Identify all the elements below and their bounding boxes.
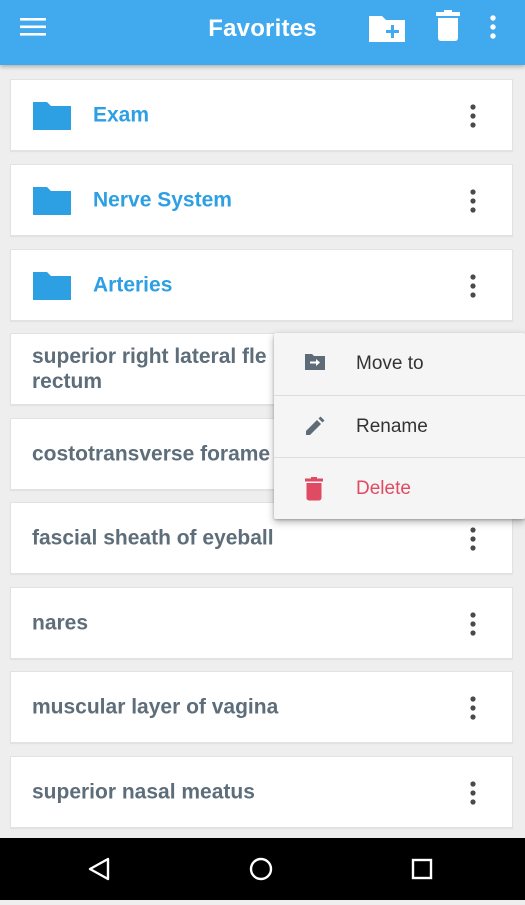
folder-icon xyxy=(32,185,72,222)
list-item[interactable]: muscular layer of vagina xyxy=(10,671,513,743)
list-item-label-line2: rectum xyxy=(32,370,103,393)
folder-label: Exam xyxy=(93,103,150,127)
more-vert-icon[interactable] xyxy=(461,189,485,213)
folder-move-icon xyxy=(304,352,326,377)
folder-label: Nerve System xyxy=(93,188,232,212)
more-vert-icon[interactable] xyxy=(461,612,485,636)
more-vert-icon[interactable] xyxy=(488,15,498,44)
menu-item-rename[interactable]: Rename xyxy=(274,396,525,458)
context-menu: Move to Rename Delete xyxy=(274,333,525,519)
list-item-label: superior nasal meatus xyxy=(32,780,255,804)
recents-square-icon[interactable] xyxy=(392,838,452,900)
more-vert-icon[interactable] xyxy=(461,274,485,298)
home-circle-icon[interactable] xyxy=(232,838,292,900)
pencil-icon xyxy=(304,415,326,442)
folder-item[interactable]: Arteries xyxy=(10,249,513,321)
list-item[interactable]: superior nasal meatus xyxy=(10,756,513,828)
menu-item-delete[interactable]: Delete xyxy=(274,458,525,520)
trash-icon xyxy=(304,477,324,506)
folder-icon xyxy=(32,270,72,307)
folder-icon xyxy=(32,100,72,137)
system-nav-bar xyxy=(0,838,525,900)
list-item-label: muscular layer of vagina xyxy=(32,695,279,719)
menu-item-label: Delete xyxy=(356,478,411,499)
menu-item-label: Rename xyxy=(356,416,428,437)
folder-item[interactable]: Nerve System xyxy=(10,164,513,236)
more-vert-icon[interactable] xyxy=(461,696,485,720)
folder-label: Arteries xyxy=(93,273,173,297)
more-vert-icon[interactable] xyxy=(461,104,485,128)
folder-item[interactable]: Exam xyxy=(10,79,513,151)
list-item[interactable]: nares xyxy=(10,587,513,659)
menu-item-move-to[interactable]: Move to xyxy=(274,333,525,395)
more-vert-icon[interactable] xyxy=(461,781,485,805)
list-item-label: nares xyxy=(32,611,89,635)
back-triangle-icon[interactable] xyxy=(70,838,130,900)
list-item-label: fascial sheath of eyeball xyxy=(32,526,274,550)
more-vert-icon[interactable] xyxy=(461,527,485,551)
list-item-label-line1: superior right lateral fle xyxy=(32,345,267,368)
trash-icon[interactable] xyxy=(435,10,461,47)
app-bar: Favorites xyxy=(0,0,525,65)
menu-item-label: Move to xyxy=(356,353,424,374)
create-new-folder-icon[interactable] xyxy=(367,12,407,49)
